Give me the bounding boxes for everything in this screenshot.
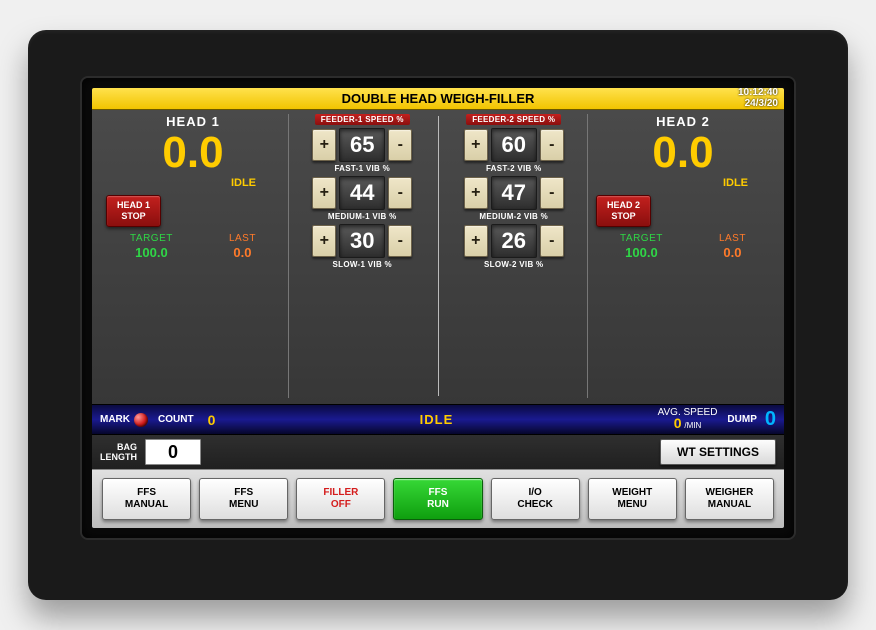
ffs-menu-button[interactable]: FFS MENU — [199, 478, 288, 520]
feeder-1-slow-value[interactable]: 30 — [339, 224, 385, 258]
feeder-1-slow-minus[interactable]: - — [388, 225, 412, 257]
hmi-screen: DOUBLE HEAD WEIGH-FILLER 10:12:40 24/3/2… — [92, 88, 784, 528]
mark-indicator: MARK — [100, 413, 148, 427]
head-2-panel: HEAD 2 0.0 IDLE HEAD 2 STOP TARGET 100.0… — [588, 114, 778, 398]
mark-led-icon — [134, 413, 148, 427]
head-2-target: TARGET 100.0 — [620, 233, 663, 260]
feeder-2-fast-plus[interactable]: + — [464, 129, 488, 161]
head-2-stop-l1: HEAD 2 — [607, 200, 640, 211]
feeder-2-med-value[interactable]: 47 — [491, 176, 537, 210]
clock-date: 24/3/20 — [738, 98, 778, 109]
head-2-stop-button[interactable]: HEAD 2 STOP — [596, 195, 651, 227]
mark-label: MARK — [100, 414, 130, 425]
head-1-panel: HEAD 1 0.0 IDLE HEAD 1 STOP TARGET 100.0… — [98, 114, 288, 398]
head-1-target: TARGET 100.0 — [130, 233, 173, 260]
feeder-2-fast-value[interactable]: 60 — [491, 128, 537, 162]
feeder-1-col: FEEDER-1 SPEED % + 65 - FAST-1 VIB % + 4… — [293, 114, 432, 398]
count-readout: COUNT 0 — [158, 412, 215, 428]
head-1-title: HEAD 1 — [166, 114, 220, 129]
head-2-last: LAST 0.0 — [719, 233, 746, 260]
feeder-1-slow-plus[interactable]: + — [312, 225, 336, 257]
machine-status: IDLE — [225, 412, 647, 427]
feeder-1-med-minus[interactable]: - — [388, 177, 412, 209]
avg-speed-unit: /MIN — [684, 421, 701, 430]
feeder-2-col: FEEDER-2 SPEED % + 60 - FAST-2 VIB % + 4… — [445, 114, 584, 398]
feeder-1-fast-label: FAST-1 VIB % — [334, 164, 390, 173]
bag-length-l1: BAG — [100, 442, 137, 452]
head-1-stop-l1: HEAD 1 — [117, 200, 150, 211]
bag-row: BAG LENGTH 0 WT SETTINGS — [92, 435, 784, 469]
head-2-stop-l2: STOP — [607, 211, 640, 222]
io-check-button[interactable]: I/O CHECK — [491, 478, 580, 520]
head-1-stop-l2: STOP — [117, 211, 150, 222]
feeder-1-med-label: MEDIUM-1 VIB % — [328, 212, 397, 221]
wt-settings-button[interactable]: WT SETTINGS — [660, 439, 776, 465]
feeder-2-fast-label: FAST-2 VIB % — [486, 164, 542, 173]
status-strip: MARK COUNT 0 IDLE AVG. SPEED 0 /MIN DUMP… — [92, 404, 784, 435]
title-bar: DOUBLE HEAD WEIGH-FILLER 10:12:40 24/3/2… — [92, 88, 784, 110]
weigher-manual-button[interactable]: WEIGHER MANUAL — [685, 478, 774, 520]
head-2-title: HEAD 2 — [656, 114, 710, 129]
feeder-2-header: FEEDER-2 SPEED % — [466, 114, 561, 125]
head-2-status: IDLE — [723, 177, 748, 189]
main-panel: HEAD 1 0.0 IDLE HEAD 1 STOP TARGET 100.0… — [92, 110, 784, 404]
feeder-2-fast-minus[interactable]: - — [540, 129, 564, 161]
avg-speed-value: 0 — [674, 415, 682, 431]
count-value: 0 — [208, 412, 216, 428]
head-1-last-value: 0.0 — [229, 245, 256, 260]
head-2-last-value: 0.0 — [719, 245, 746, 260]
feeder-2-med-plus[interactable]: + — [464, 177, 488, 209]
clock-time: 10:12:40 — [738, 88, 778, 98]
head-1-stop-button[interactable]: HEAD 1 STOP — [106, 195, 161, 227]
feeder-2-slow-plus[interactable]: + — [464, 225, 488, 257]
head-1-last: LAST 0.0 — [229, 233, 256, 260]
datetime: 10:12:40 24/3/20 — [738, 88, 778, 109]
head-2-weight: 0.0 — [652, 131, 713, 175]
head-2-last-label: LAST — [719, 233, 746, 244]
feeder-2-slow-label: SLOW-2 VIB % — [484, 260, 543, 269]
screen-title: DOUBLE HEAD WEIGH-FILLER — [342, 91, 535, 106]
bezel: DOUBLE HEAD WEIGH-FILLER 10:12:40 24/3/2… — [82, 78, 794, 538]
feeder-block: FEEDER-1 SPEED % + 65 - FAST-1 VIB % + 4… — [288, 114, 588, 398]
head-1-target-last: TARGET 100.0 LAST 0.0 — [102, 233, 284, 260]
feeder-2-med-label: MEDIUM-2 VIB % — [479, 212, 548, 221]
head-1-weight: 0.0 — [162, 131, 223, 175]
dump-readout: DUMP 0 — [727, 408, 776, 431]
head-1-target-value: 100.0 — [130, 245, 173, 260]
avg-speed-label: AVG. SPEED — [658, 408, 718, 418]
count-label: COUNT — [158, 414, 194, 425]
dump-value: 0 — [765, 408, 776, 431]
weight-menu-button[interactable]: WEIGHT MENU — [588, 478, 677, 520]
feeder-1-med-value[interactable]: 44 — [339, 176, 385, 210]
ffs-manual-button[interactable]: FFS MANUAL — [102, 478, 191, 520]
device-frame: DOUBLE HEAD WEIGH-FILLER 10:12:40 24/3/2… — [28, 30, 848, 600]
feeder-2-med-minus[interactable]: - — [540, 177, 564, 209]
head-1-status: IDLE — [231, 177, 256, 189]
dump-label: DUMP — [727, 414, 756, 425]
feeder-1-fast-value[interactable]: 65 — [339, 128, 385, 162]
head-2-target-value: 100.0 — [620, 245, 663, 260]
feeder-1-fast-minus[interactable]: - — [388, 129, 412, 161]
head-2-target-last: TARGET 100.0 LAST 0.0 — [592, 233, 774, 260]
head-2-target-label: TARGET — [620, 233, 663, 244]
bag-length-label: BAG LENGTH — [100, 442, 137, 462]
head-1-last-label: LAST — [229, 233, 256, 244]
feeder-divider — [438, 116, 439, 396]
feeder-1-fast-plus[interactable]: + — [312, 129, 336, 161]
ffs-run-button[interactable]: FFS RUN — [393, 478, 482, 520]
feeder-2-slow-value[interactable]: 26 — [491, 224, 537, 258]
feeder-1-slow-label: SLOW-1 VIB % — [333, 260, 392, 269]
bottom-button-row: FFS MANUAL FFS MENU FILLER OFF FFS RUN I… — [92, 469, 784, 528]
filler-off-button[interactable]: FILLER OFF — [296, 478, 385, 520]
bag-length-input[interactable]: 0 — [145, 439, 201, 465]
bag-length-l2: LENGTH — [100, 452, 137, 462]
feeder-1-med-plus[interactable]: + — [312, 177, 336, 209]
head-1-target-label: TARGET — [130, 233, 173, 244]
feeder-1-header: FEEDER-1 SPEED % — [315, 114, 410, 125]
avg-speed: AVG. SPEED 0 /MIN — [658, 408, 718, 431]
feeder-2-slow-minus[interactable]: - — [540, 225, 564, 257]
